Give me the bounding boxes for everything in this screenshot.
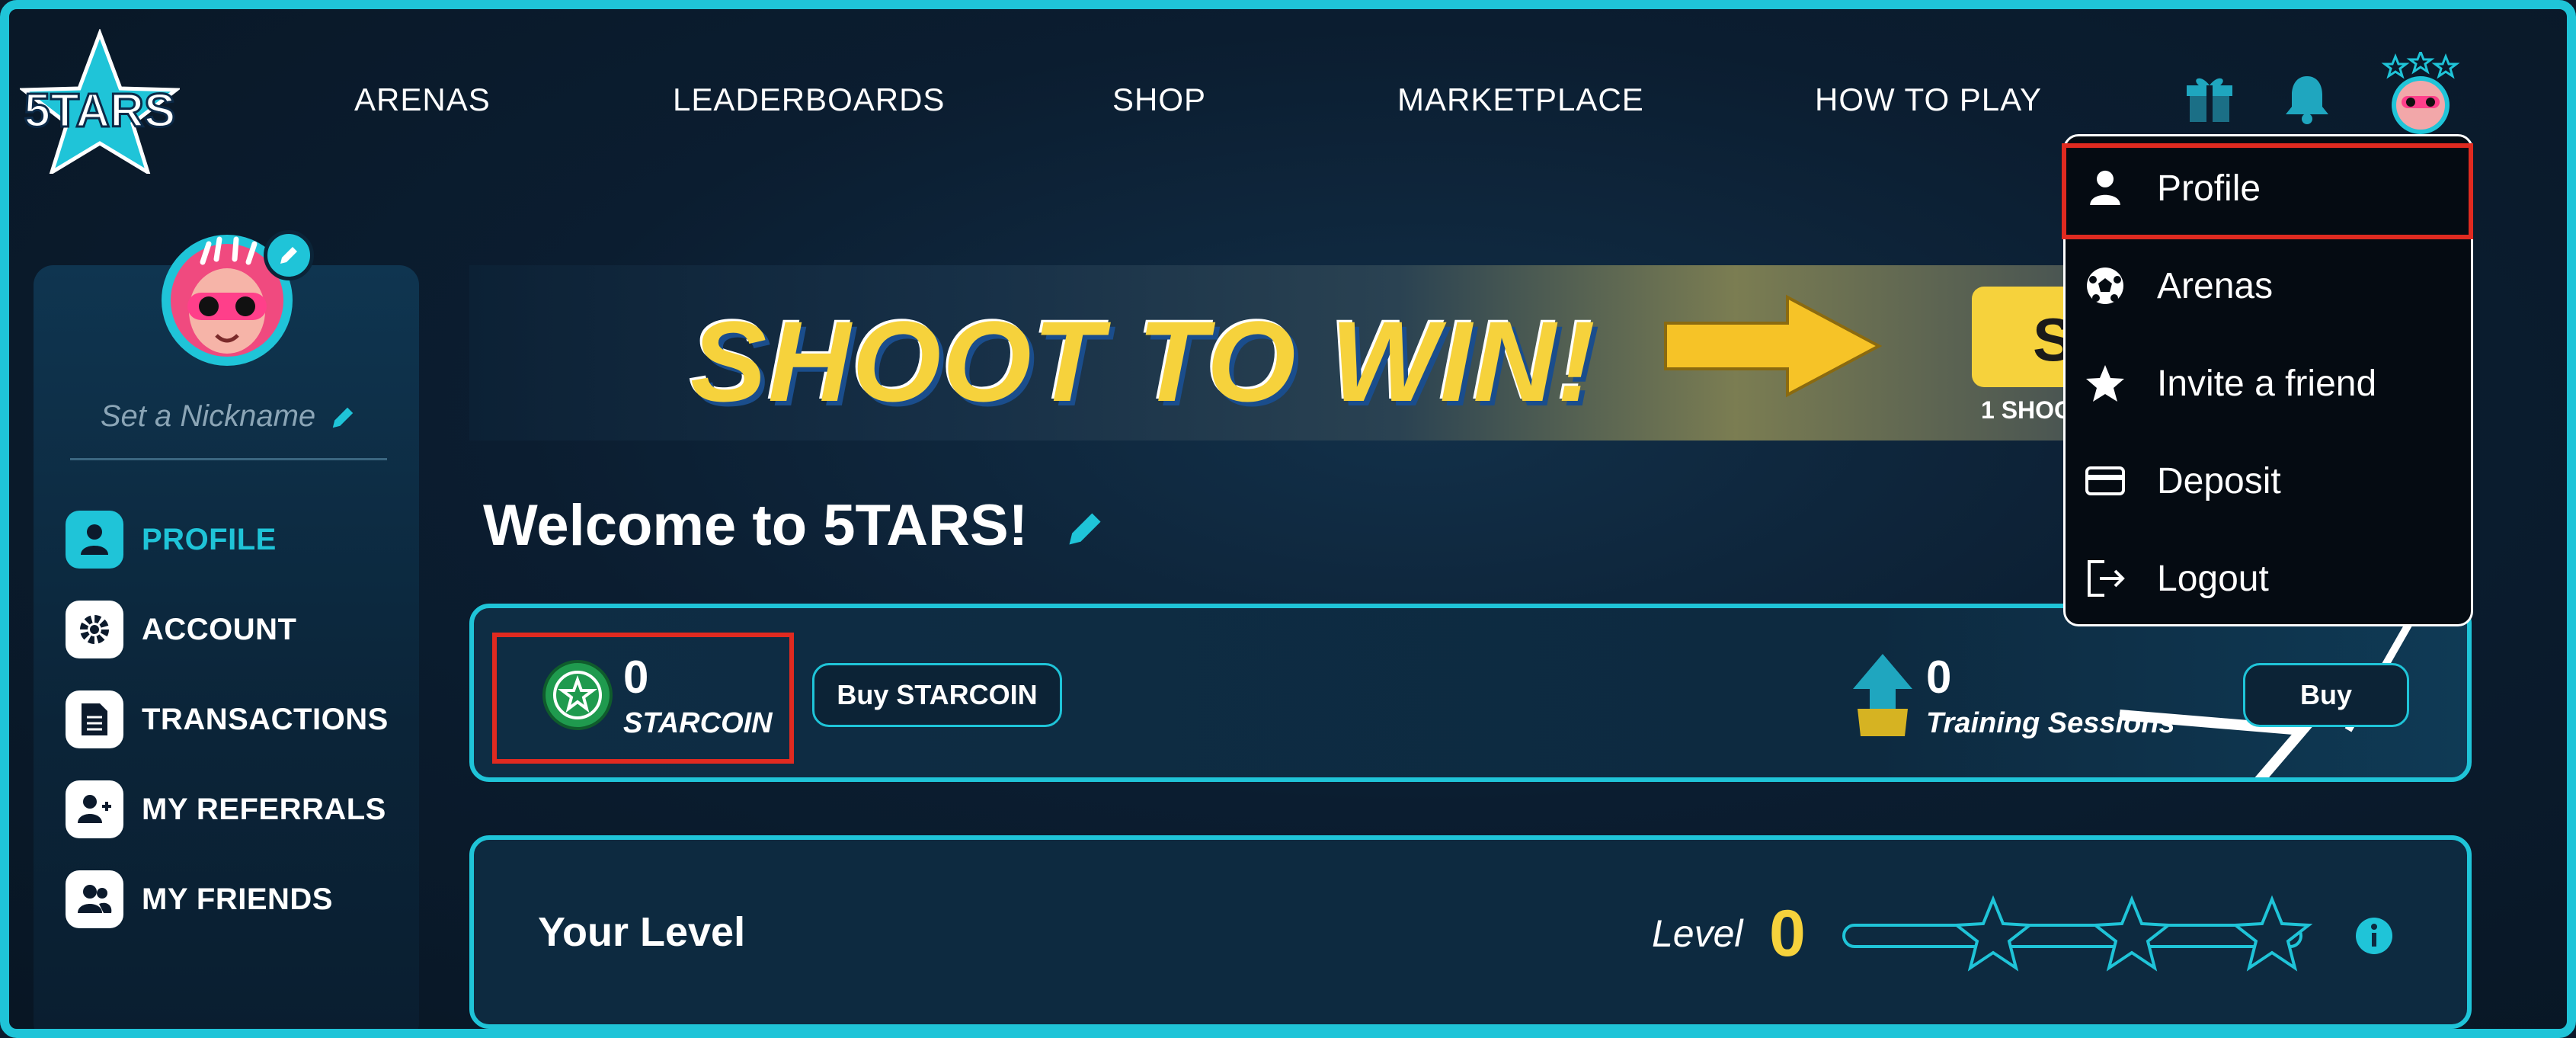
gear-icon: [66, 601, 123, 658]
nickname-field[interactable]: Set a Nickname: [70, 399, 387, 460]
nav-shop[interactable]: SHOP: [1112, 82, 1206, 118]
menu-item-label: Logout: [2157, 558, 2269, 599]
soccer-ball-icon: [2082, 263, 2128, 309]
logo-text: 5TARS: [24, 85, 176, 137]
info-icon[interactable]: [2354, 916, 2394, 956]
logout-icon: [2082, 556, 2128, 601]
menu-item-label: Invite a friend: [2157, 363, 2377, 404]
menu-item-invite-friend[interactable]: Invite a friend: [2066, 336, 2471, 431]
sidebar-item-account[interactable]: ACCOUNT: [66, 599, 296, 660]
arrow-right-icon: [1664, 294, 1883, 398]
training-arrow-icon: [1853, 654, 1912, 736]
document-icon: [66, 690, 123, 748]
level-progress: [1842, 895, 2313, 972]
user-icon: [66, 511, 123, 569]
sidebar-item-profile[interactable]: PROFILE: [66, 509, 277, 570]
sidebar-item-transactions[interactable]: TRANSACTIONS: [66, 689, 389, 750]
sidebar-item-label: MY REFERRALS: [142, 792, 386, 826]
friends-icon: [66, 870, 123, 928]
sidebar-item-label: TRANSACTIONS: [142, 702, 389, 736]
promo-banner[interactable]: SHOOT TO WIN! S 1 SHOO: [469, 265, 2158, 441]
level-label: Level: [1652, 912, 1743, 955]
nickname-placeholder: Set a Nickname: [100, 399, 316, 433]
gift-icon[interactable]: [2182, 72, 2237, 127]
nav-leaderboards[interactable]: LEADERBOARDS: [673, 82, 945, 118]
sidebar-item-my-friends[interactable]: MY FRIENDS: [66, 869, 333, 930]
card-icon: [2082, 458, 2128, 504]
level-value: 0: [1769, 897, 1806, 970]
banner-subtitle: 1 SHOO: [1981, 396, 2073, 424]
menu-item-logout[interactable]: Logout: [2066, 531, 2471, 626]
level-card: Your Level Level 0: [469, 835, 2472, 1029]
menu-item-label: Arenas: [2157, 265, 2274, 306]
page-title: Welcome to 5TARS!: [483, 493, 1029, 558]
sidebar-item-label: MY FRIENDS: [142, 882, 333, 916]
menu-item-label: Deposit: [2157, 460, 2281, 501]
level-title: Your Level: [538, 909, 746, 955]
sidebar-item-label: ACCOUNT: [142, 612, 297, 646]
sidebar-item-label: PROFILE: [142, 522, 277, 556]
training-unit: Training Sessions: [1926, 707, 2175, 739]
logo[interactable]: 5TARS: [18, 27, 182, 177]
banner-title: SHOOT TO WIN!: [690, 297, 1597, 425]
training-amount: 0: [1926, 652, 1952, 703]
starcoin-highlight: [492, 633, 794, 764]
edit-avatar-button[interactable]: [264, 230, 314, 280]
menu-item-deposit[interactable]: Deposit: [2066, 434, 2471, 528]
sidebar-item-my-referrals[interactable]: MY REFERRALS: [66, 779, 386, 840]
pencil-icon[interactable]: [1064, 508, 1106, 550]
nav-how-to-play[interactable]: HOW TO PLAY: [1815, 82, 2042, 118]
menu-item-arenas[interactable]: Arenas: [2066, 239, 2471, 333]
buy-starcoin-button[interactable]: Buy STARCOIN: [812, 663, 1062, 727]
profile-highlight: [2062, 143, 2473, 239]
nav-arenas[interactable]: ARENAS: [354, 82, 491, 118]
bell-icon[interactable]: [2280, 72, 2334, 127]
star-icon: [2082, 360, 2128, 406]
nav-marketplace[interactable]: MARKETPLACE: [1397, 82, 1644, 118]
referrals-icon: [66, 780, 123, 838]
pencil-icon: [280, 247, 297, 264]
app-frame: 5TARS ARENAS LEADERBOARDS SHOP MARKETPLA…: [0, 0, 2576, 1038]
buy-training-button[interactable]: Buy: [2243, 663, 2409, 727]
pencil-icon: [332, 407, 354, 428]
avatar[interactable]: [2379, 48, 2462, 136]
